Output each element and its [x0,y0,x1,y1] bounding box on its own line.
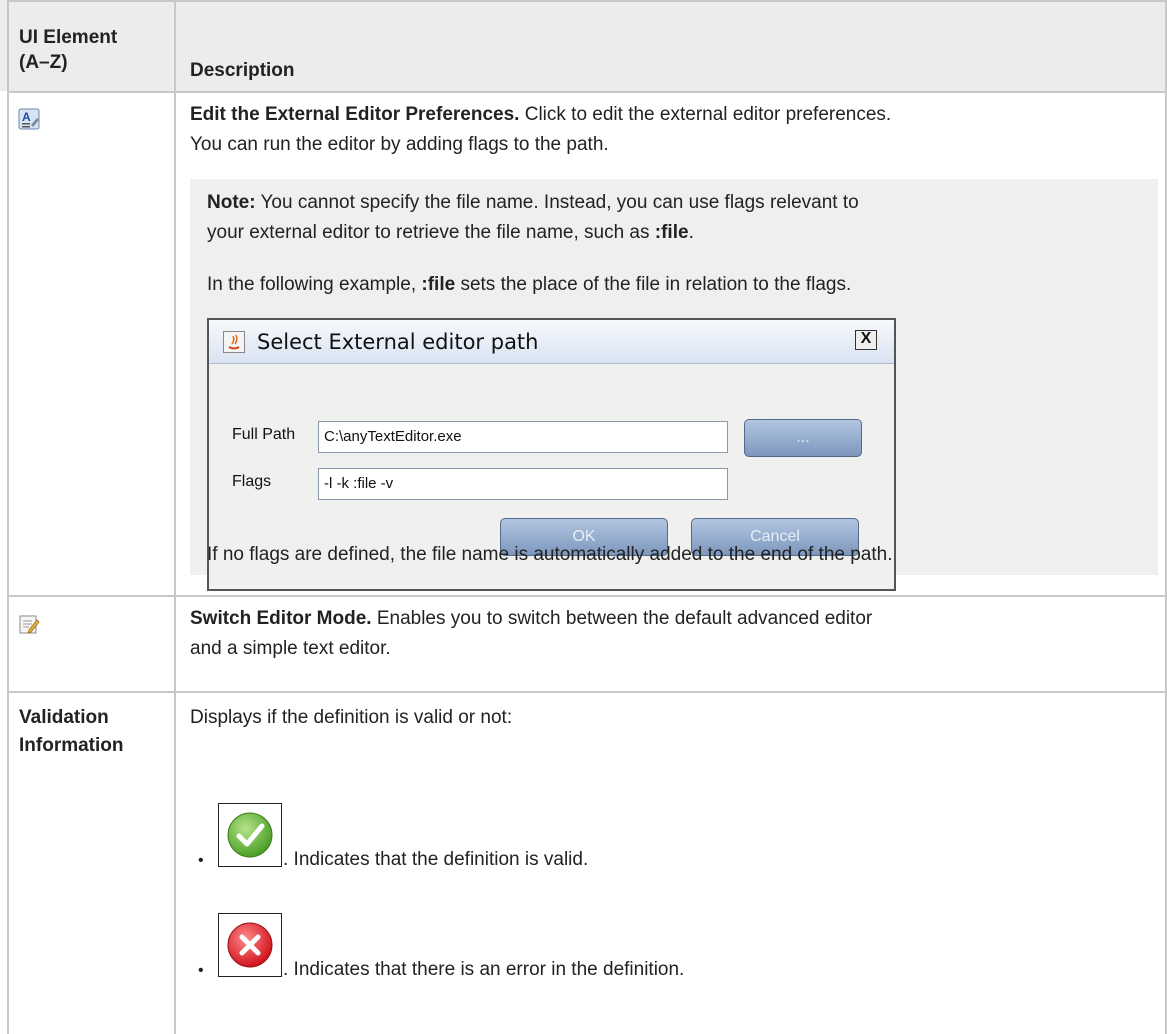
java-icon [223,331,245,353]
header-description: Description [190,60,295,81]
full-path-label: Full Path [232,426,296,443]
row-divider-header [7,91,1167,93]
row-divider-2 [7,691,1167,693]
validation-intro: Displays if the definition is valid or n… [190,707,513,728]
note-text: Note: You cannot specify the file name. … [207,192,859,243]
green-check-icon [227,812,273,858]
table-border-top [7,0,1167,2]
table-border-middle [174,0,176,1034]
no-flags-text: If no flags are defined, the file name i… [207,544,893,565]
switch-editor-mode-icon[interactable] [18,613,40,635]
row-divider-1 [7,595,1167,597]
header-ui-element: UI Element (A–Z) [19,27,118,73]
full-path-input[interactable]: C:\anyTextEditor.exe [318,421,728,453]
close-icon[interactable]: X [855,330,877,350]
example-text: In the following example, :file sets the… [207,274,852,295]
dialog-title: Select External editor path [257,330,539,354]
error-description: . Indicates that there is an error in th… [283,959,685,980]
flags-label: Flags [232,473,272,490]
bullet-error: • [198,962,204,979]
browse-button[interactable]: ... [744,419,862,457]
red-x-icon [227,922,273,968]
table-border-left [7,0,9,1034]
flags-input[interactable]: -l -k :file -v [318,468,728,500]
ui-elements-table: UI Element (A–Z) Description A Edit the … [0,0,1167,1034]
edit-preferences-description: Edit the External Editor Preferences. Cl… [190,104,892,155]
switch-editor-description: Switch Editor Mode. Enables you to switc… [190,608,873,659]
edit-preferences-icon[interactable]: A [18,108,40,130]
valid-description: . Indicates that the definition is valid… [283,849,589,870]
svg-text:A: A [22,110,31,124]
dialog-title-bar: Select External editor path X [209,320,894,364]
validation-information-label: Validation Information [19,707,124,756]
valid-status-box [218,803,282,867]
error-status-box [218,913,282,977]
bullet-valid: • [198,852,204,869]
